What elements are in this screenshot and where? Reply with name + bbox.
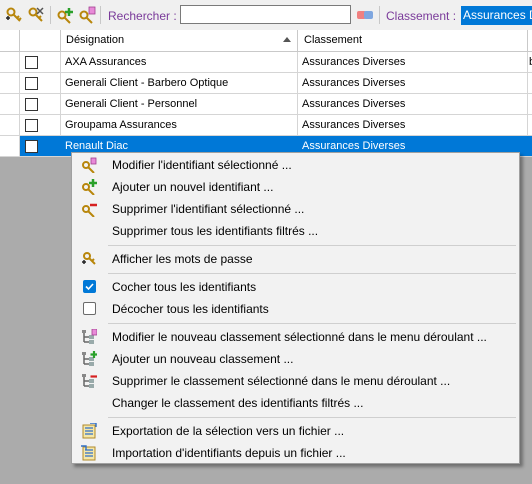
row-checkbox-cell[interactable] [20,52,61,72]
menu-item-label: Importation d'identifiants depuis un fic… [112,446,346,460]
row-checkbox[interactable] [25,77,38,90]
menu-item-export[interactable]: Exportation de la sélection vers un fich… [74,420,518,442]
menu-item-label: Modifier le nouveau classement sélection… [112,330,487,344]
toolbar: Rechercher : Classement : Assurances Div… [0,0,532,31]
import-icon [81,445,96,461]
key-edit-icon[interactable] [78,6,96,24]
row-selector[interactable] [0,94,20,114]
row-selector[interactable] [0,73,20,93]
header-designation-label: Désignation [66,34,125,46]
menu-item-label: Afficher les mots de passe [112,252,253,266]
classement-cell[interactable]: Assurances Diverses [298,52,528,72]
row-checkbox-cell[interactable] [20,136,61,156]
menu-item-label: Ajouter un nouveau classement ... [112,352,294,366]
header-classement[interactable]: Classement [298,30,528,51]
designation-cell[interactable]: Generali Client - Personnel [61,94,298,114]
credentials-grid: Désignation Classement AXA Assurances As… [0,30,532,157]
menu-item-delete-classement[interactable]: Supprimer le classement sélectionné dans… [74,370,518,392]
key-edit-icon [82,157,97,173]
row-checkbox-cell[interactable] [20,94,61,114]
menu-item-check-all[interactable]: Cocher tous les identifiants [74,276,518,298]
tree-remove-icon [82,374,97,388]
menu-item-label: Supprimer tous les identifiants filtrés … [112,224,319,238]
menu-item-modify-classement[interactable]: Modifier le nouveau classement sélection… [74,326,518,348]
checkbox-checked-icon [83,280,96,293]
row-checkbox[interactable] [25,140,38,153]
context-menu: Modifier l'identifiant sélectionné ... A… [71,152,520,464]
menu-item-label: Décocher tous les identifiants [112,302,269,316]
classement-cell[interactable]: Assurances Diverses [298,94,528,114]
key-add-icon[interactable] [56,6,74,24]
menu-item-label: Modifier l'identifiant sélectionné ... [112,158,292,172]
row-checkbox-cell[interactable] [20,73,61,93]
eraser-icon[interactable] [356,10,374,20]
menu-item-label: Supprimer le classement sélectionné dans… [112,374,451,388]
header-checkbox[interactable] [20,30,61,51]
menu-separator [108,417,516,418]
menu-item-label: Cocher tous les identifiants [112,280,257,294]
table-row[interactable]: Generali Client - Personnel Assurances D… [0,94,532,115]
row-checkbox-cell[interactable] [20,115,61,135]
designation-cell[interactable]: Groupama Assurances [61,115,298,135]
menu-item-change-classement[interactable]: Changer le classement des identifiants f… [74,392,518,414]
header-row-selector [0,30,20,51]
menu-separator [108,323,516,324]
designation-cell[interactable]: Generali Client - Barbero Optique [61,73,298,93]
extra-cell[interactable] [528,115,532,135]
toolbar-separator [379,6,380,24]
row-checkbox[interactable] [25,56,38,69]
extra-cell[interactable] [528,136,532,156]
menu-item-import[interactable]: Importation d'identifiants depuis un fic… [74,442,518,464]
table-row[interactable]: Groupama Assurances Assurances Diverses [0,115,532,136]
header-extra[interactable] [528,30,532,51]
classement-label: Classement : [386,9,457,23]
classement-cell[interactable]: Assurances Diverses [298,115,528,135]
classement-dropdown[interactable]: Assurances Diverses [461,6,532,25]
toolbar-separator [100,6,101,24]
designation-cell[interactable]: AXA Assurances [61,52,298,72]
row-checkbox[interactable] [25,98,38,111]
row-checkbox[interactable] [25,119,38,132]
menu-item-uncheck-all[interactable]: Décocher tous les identifiants [74,298,518,320]
tree-add-icon [82,351,97,366]
menu-item-delete-filtered[interactable]: Supprimer tous les identifiants filtrés … [74,220,518,242]
key-add-icon [82,179,97,195]
menu-item-label: Supprimer l'identifiant sélectionné ... [112,202,305,216]
extra-cell[interactable] [528,73,532,93]
row-selector[interactable] [0,115,20,135]
search-input[interactable] [180,5,351,24]
menu-item-label: Ajouter un nouvel identifiant ... [112,180,274,194]
menu-item-add-identifier[interactable]: Ajouter un nouvel identifiant ... [74,176,518,198]
menu-separator [108,245,516,246]
search-label: Rechercher : [108,9,177,23]
menu-item-label: Changer le classement des identifiants f… [112,396,364,410]
extra-cell[interactable] [528,94,532,114]
menu-item-label: Exportation de la sélection vers un fich… [112,424,345,438]
extra-cell[interactable]: b [528,52,532,72]
toolbar-separator [50,6,51,24]
header-designation[interactable]: Désignation [61,30,298,51]
key-remove-icon [82,203,97,217]
key-show-icon[interactable] [5,6,23,24]
key-hide-icon[interactable] [27,6,45,24]
row-selector[interactable] [0,52,20,72]
export-icon [82,423,97,439]
row-selector[interactable] [0,136,20,156]
classement-cell[interactable]: Assurances Diverses [298,73,528,93]
table-row[interactable]: AXA Assurances Assurances Diverses b [0,52,532,73]
key-show-icon [82,252,96,265]
menu-item-show-passwords[interactable]: Afficher les mots de passe [74,248,518,270]
menu-separator [108,273,516,274]
menu-item-modify-identifier[interactable]: Modifier l'identifiant sélectionné ... [74,154,518,176]
grid-header: Désignation Classement [0,30,532,52]
sort-ascending-icon [283,37,291,42]
header-classement-label: Classement [304,34,363,46]
menu-item-add-classement[interactable]: Ajouter un nouveau classement ... [74,348,518,370]
checkbox-unchecked-icon [83,302,96,315]
menu-item-delete-identifier[interactable]: Supprimer l'identifiant sélectionné ... [74,198,518,220]
table-row[interactable]: Generali Client - Barbero Optique Assura… [0,73,532,94]
tree-edit-icon [82,329,97,344]
